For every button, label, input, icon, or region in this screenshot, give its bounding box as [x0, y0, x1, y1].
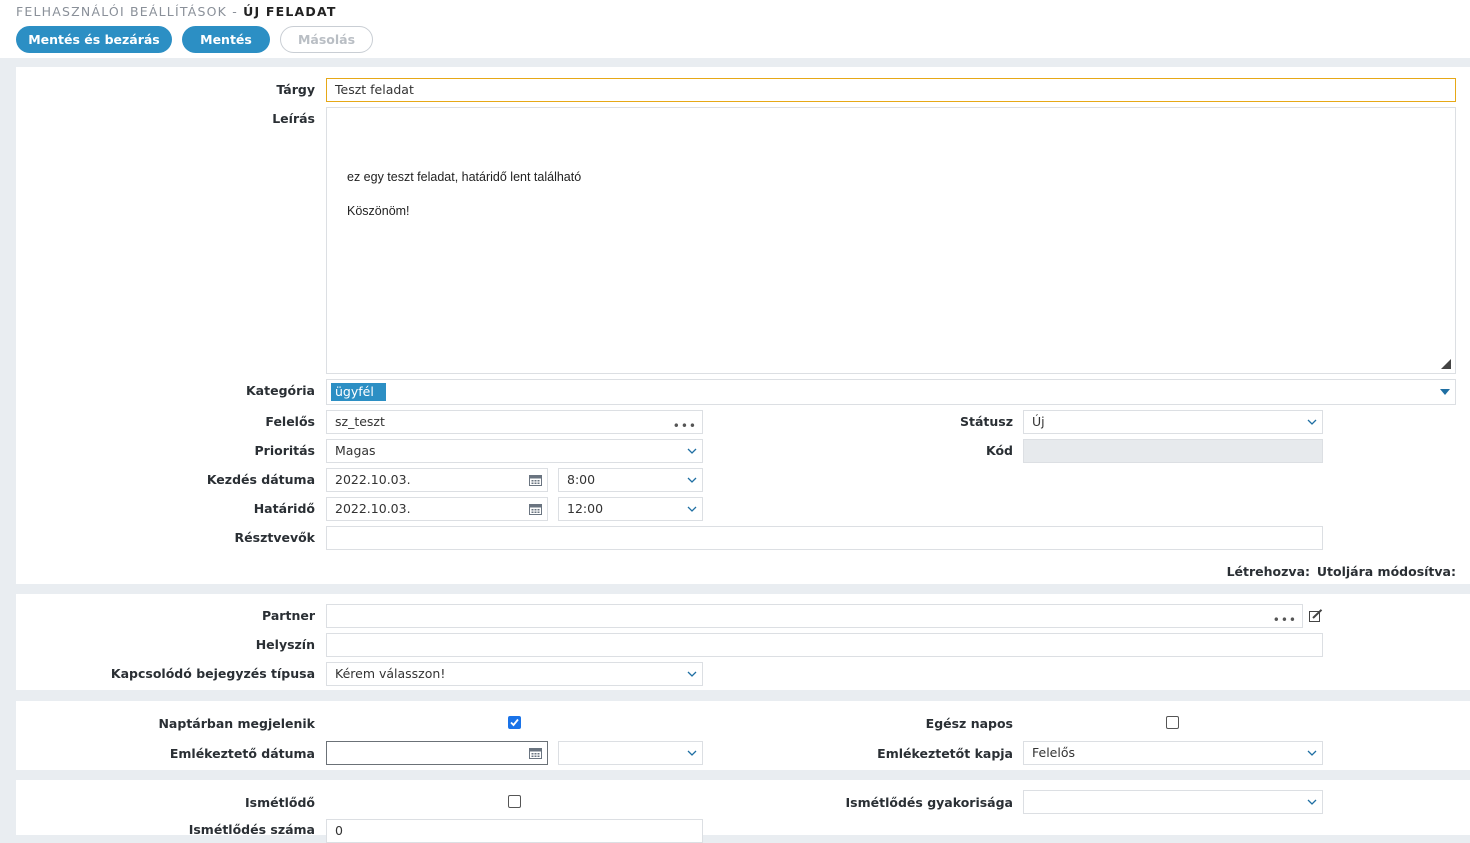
- owner-label: Felelős: [265, 414, 315, 429]
- participants-label: Résztvevők: [234, 530, 315, 545]
- partner-section: Partner ••• Helyszín Kapcsolódó bejegyzé…: [16, 594, 1470, 690]
- reminder-date-input[interactable]: [326, 741, 548, 765]
- save-button[interactable]: Mentés: [182, 26, 270, 53]
- start-time-select[interactable]: 8:00: [558, 468, 703, 492]
- chevron-down-icon: [1307, 750, 1317, 756]
- created-label: Létrehozva:: [1226, 564, 1310, 579]
- deadline-date-input[interactable]: 2022.10.03.: [326, 497, 548, 521]
- checkmark-icon: [510, 718, 519, 727]
- related-type-value: Kérem válasszon!: [335, 666, 446, 681]
- chevron-down-icon: [687, 671, 697, 677]
- deadline-date-value: 2022.10.03.: [335, 501, 411, 516]
- page-title: ÚJ FELADAT: [243, 4, 337, 19]
- calendar-section: Naptárban megjelenik Egész napos Emlékez…: [16, 701, 1470, 770]
- reminder-recipient-value: Felelős: [1032, 745, 1075, 760]
- owner-value: sz_teszt: [335, 414, 385, 429]
- deadline-time-value: 12:00: [567, 501, 604, 516]
- code-label: Kód: [985, 443, 1013, 458]
- top-bar: FELHASZNÁLÓI BEÁLLÍTÁSOK - ÚJ FELADAT Me…: [0, 0, 1470, 58]
- deadline-label: Határidő: [253, 501, 315, 516]
- calendar-icon[interactable]: [529, 474, 542, 486]
- related-type-select[interactable]: Kérem válasszon!: [326, 662, 703, 686]
- code-input[interactable]: [1023, 439, 1323, 463]
- location-input[interactable]: [326, 633, 1323, 657]
- resize-handle-icon[interactable]: [1441, 359, 1451, 369]
- main-form-section: Tárgy Teszt feladat Leírás ez egy teszt …: [16, 67, 1470, 584]
- reminder-recipient-select[interactable]: Felelős: [1023, 741, 1323, 765]
- priority-label: Prioritás: [254, 443, 316, 458]
- recurring-checkbox[interactable]: [508, 795, 521, 808]
- partner-input[interactable]: •••: [326, 604, 1303, 628]
- subject-input[interactable]: Teszt feladat: [326, 78, 1456, 102]
- start-date-label: Kezdés dátuma: [206, 472, 315, 487]
- location-label: Helyszín: [255, 637, 315, 652]
- frequency-label: Ismétlődés gyakorisága: [845, 795, 1013, 810]
- more-dots-icon[interactable]: •••: [1273, 614, 1297, 626]
- description-line-2: Köszönöm!: [347, 204, 410, 218]
- recurring-label: Ismétlődő: [245, 795, 315, 810]
- chevron-down-icon: [687, 448, 697, 454]
- show-in-calendar-label: Naptárban megjelenik: [158, 716, 315, 731]
- start-date-input[interactable]: 2022.10.03.: [326, 468, 548, 492]
- chevron-down-icon: [1307, 419, 1317, 425]
- reminder-date-label: Emlékeztető dátuma: [169, 746, 315, 761]
- subject-label: Tárgy: [276, 82, 315, 97]
- status-select[interactable]: Új: [1023, 410, 1323, 434]
- frequency-select[interactable]: [1023, 790, 1323, 814]
- reminder-recipient-label: Emlékeztetőt kapja: [877, 746, 1013, 761]
- partner-label: Partner: [262, 608, 315, 623]
- caret-down-icon: [1440, 389, 1450, 395]
- save-and-close-button[interactable]: Mentés és bezárás: [16, 26, 172, 53]
- chevron-down-icon: [687, 506, 697, 512]
- edit-icon[interactable]: [1309, 609, 1323, 622]
- category-label: Kategória: [246, 383, 315, 398]
- chevron-down-icon: [1307, 799, 1317, 805]
- related-type-label: Kapcsolódó bejegyzés típusa: [110, 666, 315, 681]
- breadcrumb: FELHASZNÁLÓI BEÁLLÍTÁSOK - ÚJ FELADAT: [16, 4, 337, 19]
- chevron-down-icon: [687, 750, 697, 756]
- all-day-label: Egész napos: [925, 716, 1013, 731]
- participants-input[interactable]: [326, 526, 1323, 550]
- start-date-value: 2022.10.03.: [335, 472, 411, 487]
- priority-value: Magas: [335, 443, 376, 458]
- calendar-icon[interactable]: [529, 747, 542, 759]
- chevron-down-icon: [687, 477, 697, 483]
- all-day-checkbox[interactable]: [1166, 716, 1179, 729]
- owner-input[interactable]: sz_teszt •••: [326, 410, 703, 434]
- recurrence-section: Ismétlődő Ismétlődés gyakorisága Ismétlő…: [16, 780, 1470, 843]
- copy-button[interactable]: Másolás: [280, 26, 373, 53]
- count-input[interactable]: 0: [326, 819, 703, 843]
- status-label: Státusz: [959, 414, 1013, 429]
- description-label: Leírás: [272, 111, 315, 126]
- show-in-calendar-checkbox[interactable]: [508, 716, 521, 729]
- deadline-time-select[interactable]: 12:00: [558, 497, 703, 521]
- calendar-icon[interactable]: [529, 503, 542, 515]
- more-dots-icon[interactable]: •••: [673, 420, 697, 432]
- breadcrumb-parent[interactable]: FELHASZNÁLÓI BEÁLLÍTÁSOK -: [16, 4, 243, 19]
- status-value: Új: [1032, 414, 1045, 429]
- priority-select[interactable]: Magas: [326, 439, 703, 463]
- description-line-1: ez egy teszt feladat, határidő lent talá…: [347, 170, 582, 184]
- description-editor[interactable]: ez egy teszt feladat, határidő lent talá…: [326, 107, 1456, 374]
- start-time-value: 8:00: [567, 472, 596, 487]
- modified-label: Utoljára módosítva:: [1316, 564, 1456, 579]
- category-select[interactable]: ügyfél: [326, 379, 1456, 405]
- category-tag[interactable]: ügyfél: [331, 383, 386, 401]
- reminder-time-select[interactable]: [558, 741, 703, 765]
